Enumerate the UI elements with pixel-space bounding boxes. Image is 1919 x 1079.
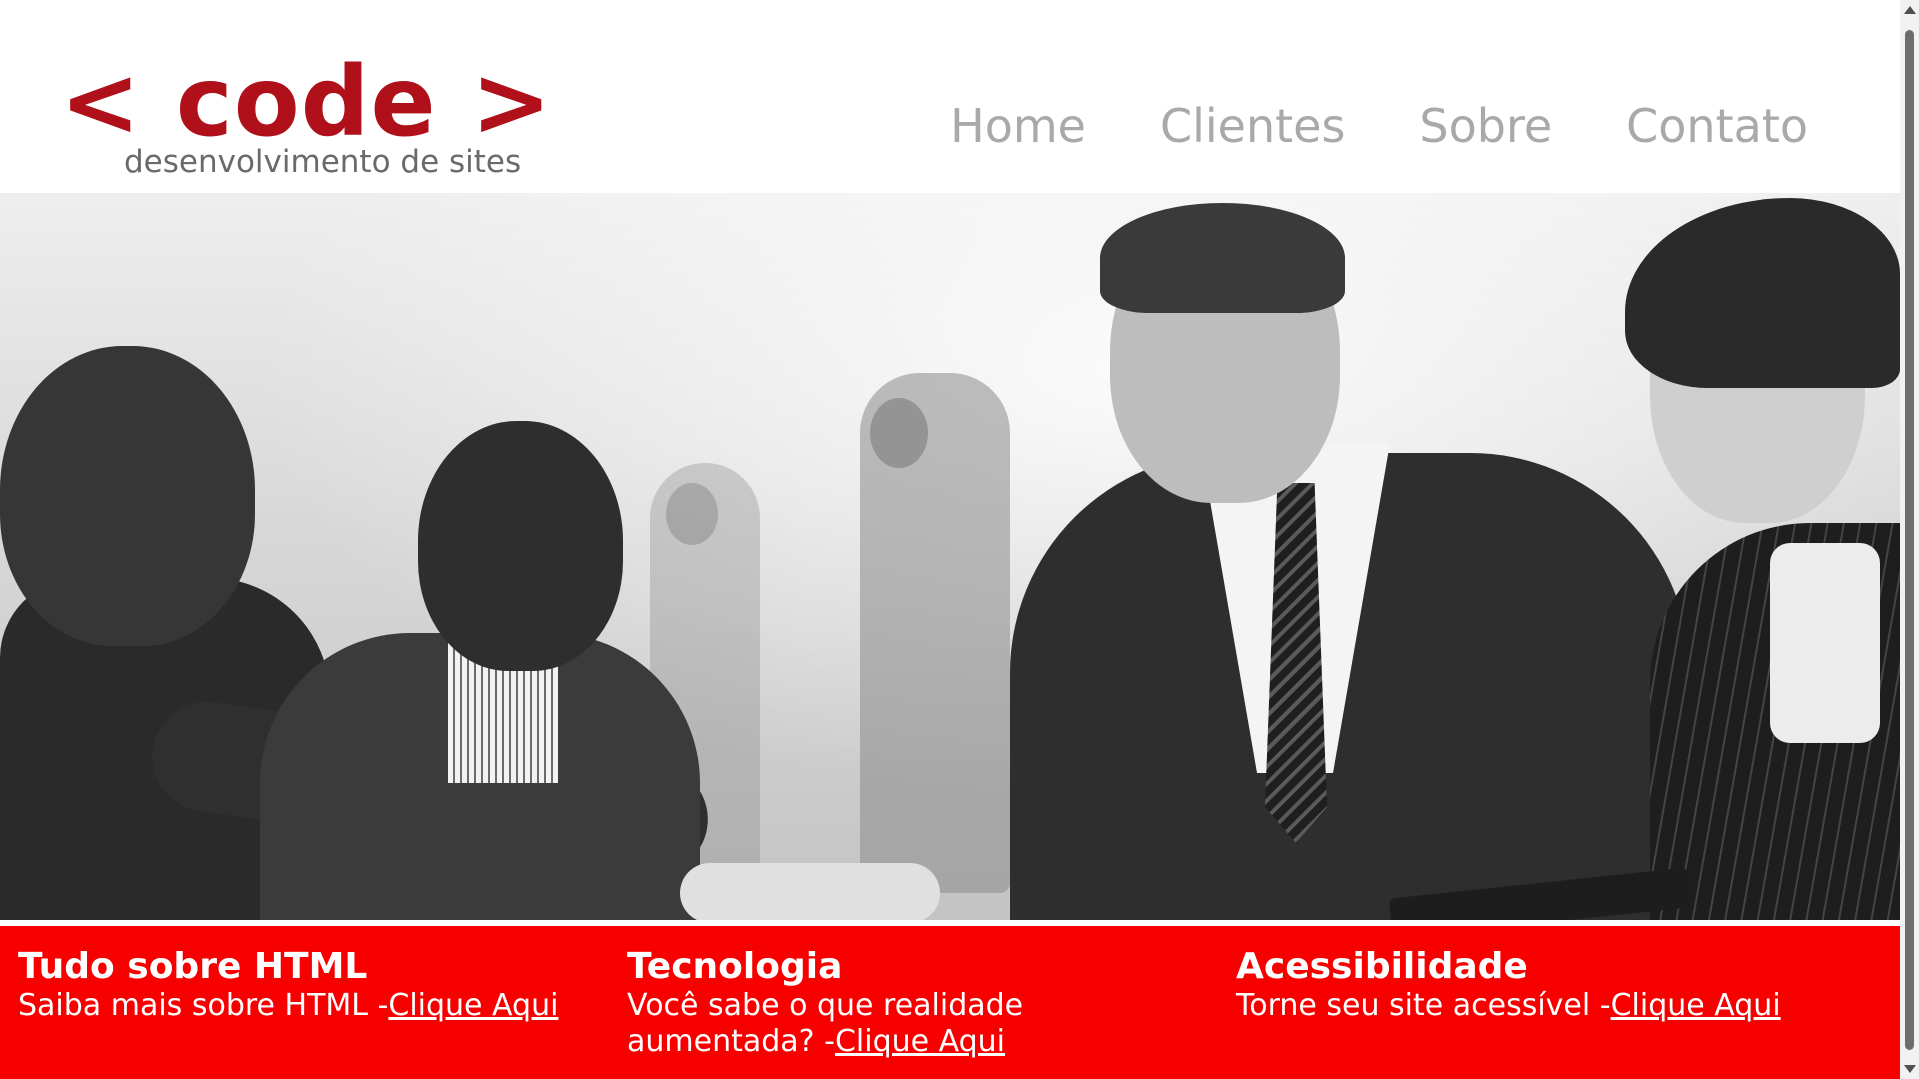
nav-contato[interactable]: Contato	[1626, 100, 1808, 152]
feature-text: Você sabe o que realidade aumentada? -Cl…	[627, 988, 1067, 1060]
handshake	[680, 863, 940, 920]
logo-tagline: desenvolvimento de sites	[124, 144, 522, 180]
feature-html: Tudo sobre HTML Saiba mais sobre HTML -C…	[18, 946, 578, 1024]
logo-text: < code >	[60, 46, 553, 158]
page: < code > desenvolvimento de sites Home C…	[0, 0, 1900, 1079]
scroll-down-arrow-icon[interactable]	[1904, 1065, 1916, 1073]
feature-title: Tudo sobre HTML	[18, 946, 368, 987]
nav-home[interactable]: Home	[950, 100, 1086, 152]
person-left	[0, 346, 255, 646]
feature-text: Torne seu site acessível -Clique Aqui	[1236, 988, 1796, 1024]
feature-description: Torne seu site acessível -	[1236, 988, 1611, 1023]
site-header: < code > desenvolvimento de sites Home C…	[0, 0, 1900, 193]
hair	[1100, 203, 1345, 313]
hero-image	[0, 193, 1900, 920]
site-logo[interactable]: < code > desenvolvimento de sites	[60, 52, 551, 182]
person-seated	[418, 421, 623, 671]
nav-clientes[interactable]: Clientes	[1160, 100, 1345, 152]
feature-title: Tecnologia	[627, 946, 843, 987]
feature-title: Acessibilidade	[1236, 946, 1528, 987]
feature-description: Saiba mais sobre HTML -	[18, 988, 389, 1023]
feature-acessibilidade: Acessibilidade Torne seu site acessível …	[1236, 946, 1796, 1024]
features-band: Tudo sobre HTML Saiba mais sobre HTML -C…	[0, 926, 1900, 1079]
feature-tecnologia: Tecnologia Você sabe o que realidade aum…	[627, 946, 1067, 1060]
feature-link[interactable]: Clique Aqui	[835, 1024, 1005, 1059]
background-person	[870, 398, 928, 468]
main-nav: Home Clientes Sobre Contato	[950, 100, 1808, 152]
feature-link[interactable]: Clique Aqui	[388, 988, 558, 1023]
nav-sobre[interactable]: Sobre	[1419, 100, 1552, 152]
background-person	[666, 483, 718, 545]
scrollbar-thumb[interactable]	[1905, 30, 1914, 1050]
vertical-scrollbar[interactable]	[1900, 0, 1919, 1079]
feature-link[interactable]: Clique Aqui	[1611, 988, 1781, 1023]
scroll-up-arrow-icon[interactable]	[1904, 6, 1916, 14]
feature-text: Saiba mais sobre HTML -Clique Aqui	[18, 988, 578, 1024]
shirt	[1770, 543, 1880, 743]
